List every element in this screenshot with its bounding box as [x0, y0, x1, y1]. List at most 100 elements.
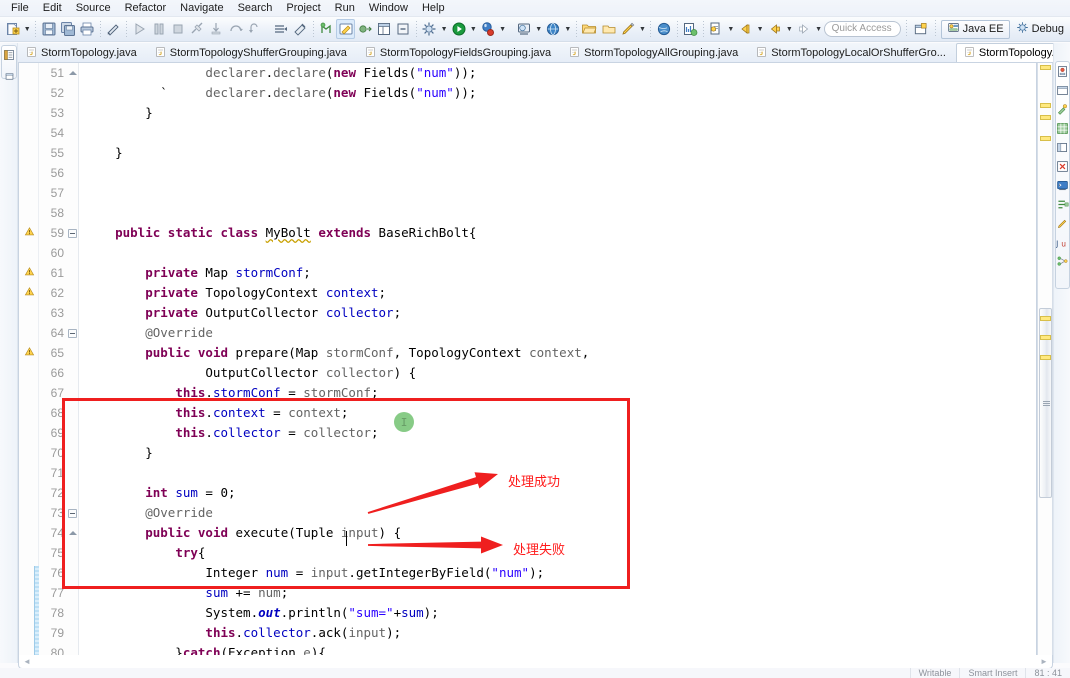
fold-triangle-icon[interactable] — [68, 71, 77, 75]
save-icon[interactable] — [39, 19, 58, 39]
save-all-icon[interactable] — [58, 19, 77, 39]
quick-fix-icon[interactable] — [104, 19, 123, 39]
step-return-icon[interactable] — [245, 19, 264, 39]
code-line[interactable]: OutputCollector collector) { — [81, 363, 1036, 383]
overview-ruler-marker[interactable] — [1040, 136, 1051, 141]
marker-row[interactable] — [19, 443, 38, 463]
code-line[interactable]: Integer num = input.getIntegerByField("n… — [81, 563, 1036, 583]
marker-row[interactable] — [19, 223, 38, 243]
search-dropdown-arrow[interactable]: ▼ — [637, 19, 647, 39]
fold-row[interactable] — [67, 483, 78, 503]
fold-triangle-icon[interactable] — [68, 531, 77, 535]
fold-row[interactable] — [67, 223, 78, 243]
hscroll-left-arrow[interactable]: ◄ — [23, 657, 31, 666]
fold-row[interactable] — [67, 323, 78, 343]
fold-row[interactable] — [67, 623, 78, 643]
fold-row[interactable] — [67, 383, 78, 403]
menu-item-window[interactable]: Window — [362, 0, 415, 16]
marker-row[interactable] — [19, 283, 38, 303]
terminate-icon[interactable] — [168, 19, 187, 39]
skip-breakpoints-icon[interactable] — [355, 19, 374, 39]
fold-row[interactable] — [67, 543, 78, 563]
marker-row[interactable] — [19, 143, 38, 163]
code-line[interactable]: } — [81, 443, 1036, 463]
menu-item-navigate[interactable]: Navigate — [173, 0, 230, 16]
code-line[interactable]: private TopologyContext context; — [81, 283, 1036, 303]
menu-item-edit[interactable]: Edit — [36, 0, 69, 16]
code-editor[interactable]: 51 52 53 54 55 56 57 58 59 60 61 62 63 64 65 66 67 68 69 70… — [18, 63, 1037, 661]
data-source-explorer-icon[interactable] — [1056, 122, 1069, 135]
fold-row[interactable] — [67, 423, 78, 443]
code-line[interactable]: public static class MyBolt extends BaseR… — [81, 223, 1036, 243]
code-line[interactable]: private OutputCollector collector; — [81, 303, 1036, 323]
search-view-icon[interactable] — [1056, 217, 1069, 230]
code-line[interactable]: ` declarer.declare(new Fields("num")); — [81, 83, 1036, 103]
horizontal-scrollbar[interactable]: ◄ ► — [18, 655, 1053, 669]
marker-row[interactable] — [19, 423, 38, 443]
fold-row[interactable] — [67, 363, 78, 383]
warning-icon[interactable] — [24, 264, 35, 282]
fold-collapse-icon[interactable] — [68, 508, 77, 518]
code-line[interactable]: this.collector = collector; — [81, 423, 1036, 443]
marker-row[interactable] — [19, 523, 38, 543]
console-view-icon[interactable] — [1056, 179, 1069, 192]
marker-row[interactable] — [19, 103, 38, 123]
open-folder2-icon[interactable] — [599, 19, 618, 39]
code-line[interactable] — [81, 123, 1036, 143]
junit-view-icon[interactable]: Ju — [1055, 236, 1069, 249]
code-line[interactable]: } — [81, 143, 1036, 163]
search-pencil-icon[interactable] — [618, 19, 637, 39]
marker-row[interactable] — [19, 323, 38, 343]
problems-view-icon[interactable] — [1056, 160, 1069, 173]
marker-row[interactable] — [19, 183, 38, 203]
overview-ruler-marker[interactable] — [1040, 115, 1051, 120]
fold-row[interactable] — [67, 283, 78, 303]
open-type-icon[interactable] — [317, 19, 336, 39]
palette-view-icon[interactable] — [1056, 141, 1069, 154]
overview-ruler-marker[interactable] — [1040, 355, 1051, 360]
properties-view-icon[interactable] — [1056, 84, 1069, 97]
fold-row[interactable] — [67, 83, 78, 103]
open-perspective-grid-icon[interactable] — [375, 19, 394, 39]
disconnect-icon[interactable] — [188, 19, 207, 39]
annotation-icon[interactable] — [336, 19, 356, 39]
restore-view-icon[interactable] — [4, 69, 15, 87]
fold-row[interactable] — [67, 143, 78, 163]
marker-row[interactable] — [19, 363, 38, 383]
marker-row[interactable] — [19, 543, 38, 563]
overview-ruler-marker[interactable] — [1040, 335, 1051, 340]
forward-icon[interactable] — [794, 19, 813, 39]
web-browser-icon[interactable] — [544, 19, 563, 39]
suspend-icon[interactable] — [149, 19, 168, 39]
code-line[interactable]: System.out.println("sum="+sum); — [81, 603, 1036, 623]
marker-row[interactable] — [19, 83, 38, 103]
overview-ruler-marker[interactable] — [1040, 316, 1051, 321]
warning-icon[interactable] — [24, 284, 35, 302]
marker-row[interactable] — [19, 403, 38, 423]
editor-folding-column[interactable] — [67, 63, 79, 661]
open-perspective-button[interactable] — [912, 20, 930, 39]
marker-row[interactable] — [19, 483, 38, 503]
editor-overview-ruler[interactable] — [1037, 63, 1053, 661]
quick-access-input[interactable]: Quick Access — [823, 21, 901, 37]
fold-row[interactable] — [67, 503, 78, 523]
editor-tab-3[interactable]: StormTopologyAllGrouping.java — [561, 43, 748, 62]
marker-row[interactable] — [19, 383, 38, 403]
step-into-icon[interactable] — [207, 19, 226, 39]
code-line[interactable]: this.context = context; — [81, 403, 1036, 423]
back-icon[interactable] — [765, 19, 784, 39]
hierarchy-view-icon[interactable] — [1056, 255, 1069, 268]
external-tools-dropdown-arrow[interactable]: ▼ — [439, 19, 449, 39]
web-browser-dropdown-arrow[interactable]: ▼ — [563, 19, 573, 39]
outline-view-icon[interactable] — [1056, 198, 1069, 211]
code-line[interactable] — [81, 163, 1036, 183]
perspective-java-ee[interactable]: Java EE — [940, 19, 1010, 39]
code-line[interactable]: } — [81, 103, 1036, 123]
code-line[interactable]: @Override — [81, 503, 1036, 523]
marker-row[interactable] — [19, 343, 38, 363]
warning-icon[interactable] — [24, 224, 35, 242]
external-tools-icon[interactable] — [420, 19, 439, 39]
fold-row[interactable] — [67, 303, 78, 323]
fold-row[interactable] — [67, 603, 78, 623]
marker-row[interactable] — [19, 263, 38, 283]
